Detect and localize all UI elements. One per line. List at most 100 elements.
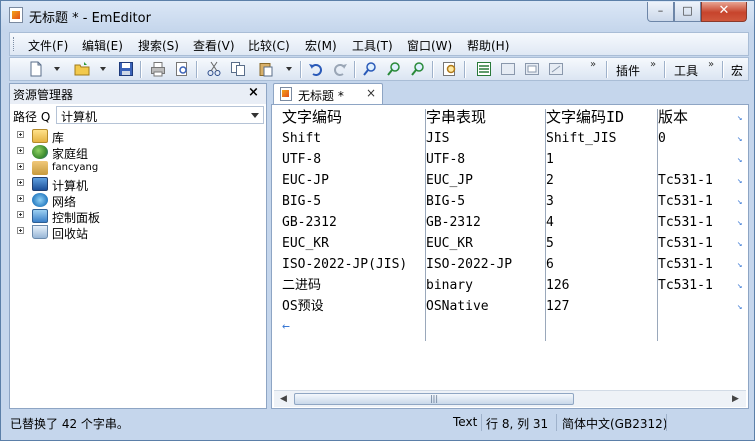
plugins-toolbar-label[interactable]: 插件	[616, 62, 640, 79]
table-cell: Tc531-1	[658, 278, 713, 293]
expand-icon[interactable]	[17, 163, 24, 170]
window-icon-2[interactable]	[524, 61, 540, 77]
print-preview-icon[interactable]	[174, 61, 190, 77]
table-row: GB-2312 GB-2312 4 Tc531-1	[282, 212, 742, 233]
open-folder-icon[interactable]	[74, 61, 90, 77]
redo-icon[interactable]	[332, 61, 348, 77]
menu-tools[interactable]: 工具(T)	[352, 37, 393, 54]
horizontal-scrollbar[interactable]: ◀ ||| ▶	[274, 390, 746, 407]
new-dropdown-icon[interactable]	[54, 67, 60, 71]
table-row: UTF-8 UTF-8 1	[282, 149, 742, 170]
status-separator	[481, 414, 482, 431]
toolbar-separator	[196, 61, 198, 78]
paste-icon[interactable]	[258, 61, 274, 77]
open-dropdown-icon[interactable]	[100, 67, 106, 71]
table-row: BIG-5 BIG-5 3 Tc531-1	[282, 191, 742, 212]
table-cell: Tc531-1	[658, 194, 713, 209]
tab-untitled[interactable]: 无标题 * ×	[273, 83, 383, 105]
tree-item-recycle-bin[interactable]: 回收站	[14, 224, 254, 241]
table-cell: 5	[546, 236, 554, 251]
menu-compare[interactable]: 比较(C)	[248, 37, 290, 54]
table-cell: 4	[546, 215, 554, 230]
status-separator	[556, 414, 557, 431]
toolbar-separator	[664, 61, 666, 78]
status-cursor-position[interactable]: 行 8, 列 31	[486, 415, 548, 432]
text-editor[interactable]: 文字编码 字串表现 文字编码ID 版本 Shift JIS Shift_JIS …	[271, 104, 749, 409]
expand-icon[interactable]	[17, 195, 24, 202]
tab-close-button[interactable]: ×	[366, 86, 376, 100]
save-icon[interactable]	[118, 61, 134, 77]
undo-icon[interactable]	[308, 61, 324, 77]
menu-file[interactable]: 文件(F)	[28, 37, 68, 54]
find-next-icon[interactable]	[386, 61, 402, 77]
emeditor-window: 无标题 * - EmEditor – □ ✕ 文件(F) 编辑(E) 搜索(S)…	[0, 0, 755, 441]
header-cell: 文字编码	[282, 108, 343, 126]
explorer-close-button[interactable]: ×	[248, 85, 259, 100]
table-cell: GB-2312	[426, 215, 481, 230]
table-row: EUC_KR EUC_KR 5 Tc531-1	[282, 233, 742, 254]
paste-dropdown-icon[interactable]	[286, 67, 292, 71]
expand-icon[interactable]	[17, 147, 24, 154]
header-cell: 版本	[658, 108, 689, 126]
plugins-overflow-icon[interactable]: »	[650, 59, 656, 70]
expand-icon[interactable]	[17, 179, 24, 186]
find-in-files-icon[interactable]	[442, 61, 458, 77]
table-row: OS预设 OSNative 127	[282, 296, 742, 317]
minimize-button[interactable]: –	[647, 2, 674, 22]
wrap-mark-icon: ↘	[737, 281, 742, 291]
wrap-mark-icon: ↘	[737, 260, 742, 270]
tree-item-user[interactable]: fancyang	[14, 160, 254, 176]
scrollbar-thumb[interactable]: |||	[294, 393, 574, 405]
title-bar[interactable]: 无标题 * - EmEditor – □ ✕	[1, 1, 754, 29]
status-encoding[interactable]: 简体中文(GB2312)	[562, 415, 667, 432]
macro-toolbar-label[interactable]: 宏	[731, 62, 743, 79]
tree-item-label: 回收站	[52, 227, 89, 241]
wrap-mark-icon: ↘	[737, 302, 742, 312]
expand-icon[interactable]	[17, 131, 24, 138]
app-icon[interactable]	[9, 7, 23, 23]
close-button[interactable]: ✕	[701, 2, 747, 22]
table-row: Shift JIS Shift_JIS 0	[282, 128, 742, 149]
menu-macro[interactable]: 宏(M)	[305, 37, 337, 54]
table-cell: OS预设	[282, 299, 324, 314]
expand-icon[interactable]	[17, 227, 24, 234]
menu-view[interactable]: 查看(V)	[193, 37, 235, 54]
tree-item-homegroup[interactable]: 家庭组	[14, 144, 254, 161]
view-mode-icon[interactable]	[476, 61, 492, 77]
menu-grip[interactable]	[13, 37, 17, 51]
find-previous-icon[interactable]	[410, 61, 426, 77]
chevron-down-icon[interactable]	[251, 113, 259, 118]
tools-toolbar-label[interactable]: 工具	[674, 62, 698, 79]
document-icon	[280, 87, 292, 101]
path-combobox[interactable]: 计算机	[56, 106, 264, 124]
table-cell: UTF-8	[426, 152, 466, 167]
tree-item-control-panel[interactable]: 控制面板	[14, 208, 254, 225]
expand-icon[interactable]	[17, 211, 24, 218]
library-icon	[32, 129, 48, 143]
menu-window[interactable]: 窗口(W)	[407, 37, 452, 54]
copy-icon[interactable]	[230, 61, 246, 77]
tools-overflow-icon[interactable]: »	[708, 59, 714, 70]
status-mode[interactable]: Text	[453, 415, 477, 429]
menu-search[interactable]: 搜索(S)	[138, 37, 179, 54]
tree-item-library[interactable]: 库	[14, 128, 254, 145]
document-content[interactable]: 文字编码 字串表现 文字编码ID 版本 Shift JIS Shift_JIS …	[282, 107, 742, 389]
table-cell: Tc531-1	[658, 257, 713, 272]
toolbar: » 插件 » 工具 » 宏	[9, 57, 749, 81]
maximize-button[interactable]: □	[674, 2, 701, 22]
tree-item-computer[interactable]: 计算机	[14, 176, 254, 193]
menu-edit[interactable]: 编辑(E)	[82, 37, 123, 54]
table-cell: 3	[546, 194, 554, 209]
print-icon[interactable]	[150, 61, 166, 77]
cut-icon[interactable]	[206, 61, 222, 77]
scroll-right-button[interactable]: ▶	[728, 392, 743, 406]
window-icon-1[interactable]	[500, 61, 516, 77]
toolbar-overflow-icon[interactable]: »	[590, 59, 596, 70]
new-file-icon[interactable]	[28, 61, 44, 77]
scroll-left-button[interactable]: ◀	[276, 392, 291, 406]
tree-item-network[interactable]: 网络	[14, 192, 254, 209]
find-icon[interactable]	[362, 61, 378, 77]
menu-help[interactable]: 帮助(H)	[467, 37, 509, 54]
table-cell	[658, 296, 738, 317]
window-icon-3[interactable]	[548, 61, 564, 77]
